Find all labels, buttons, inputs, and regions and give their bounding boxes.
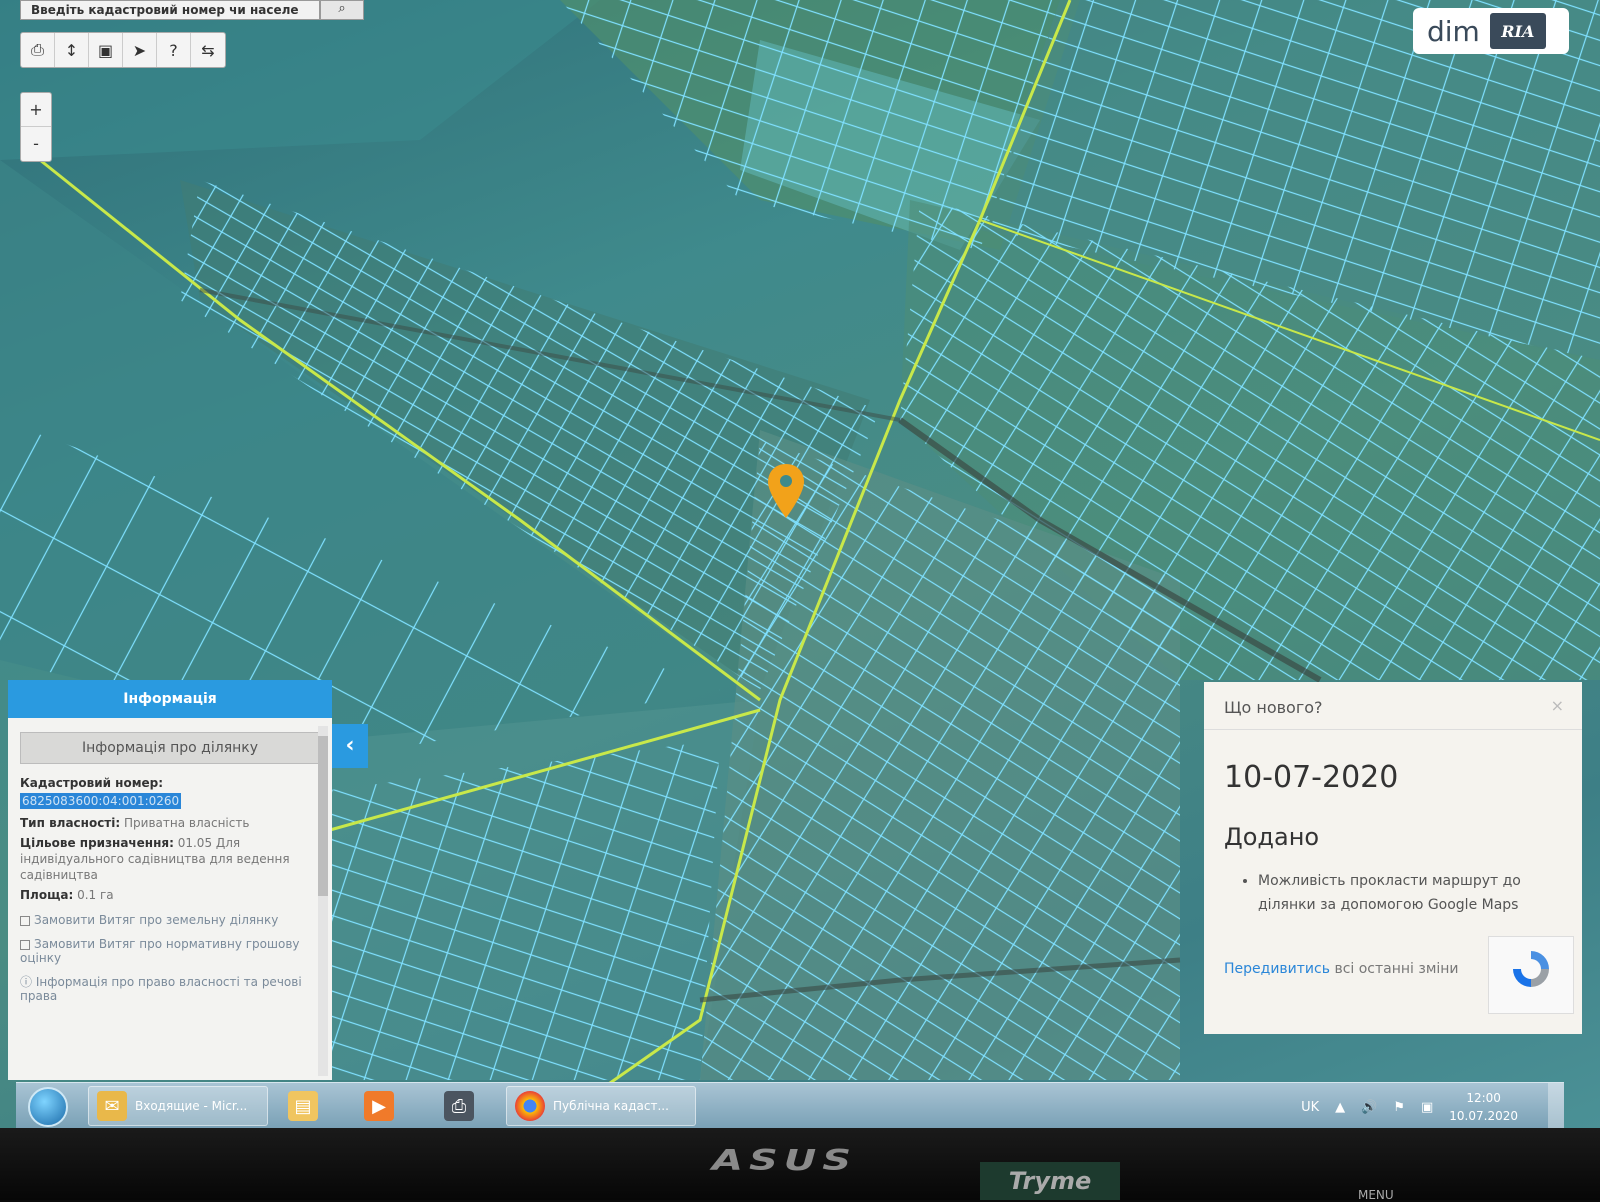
- order-valuation-link[interactable]: Замовити Витяг про нормативну грошову оц…: [20, 937, 320, 965]
- popup-divider: [1204, 729, 1582, 730]
- folder-icon: ▤: [288, 1091, 318, 1121]
- purpose-label: Цільове призначення:: [20, 836, 174, 850]
- news-item: Можливість прокласти маршрут до ділянки …: [1258, 869, 1562, 917]
- zoom-out-button[interactable]: -: [21, 127, 51, 161]
- cadastral-number-value[interactable]: 6825083600:04:001:0260: [20, 793, 182, 809]
- tab-parcel-info[interactable]: Інформація про ділянку: [20, 732, 320, 764]
- show-desktop-button[interactable]: [1548, 1083, 1564, 1128]
- start-button[interactable]: [28, 1087, 68, 1127]
- scanner-icon: ⎙: [444, 1091, 474, 1121]
- news-list: Можливість прокласти маршрут до ділянки …: [1258, 869, 1562, 917]
- action-center-flag-icon[interactable]: ⚑: [1393, 1100, 1405, 1115]
- taskbar-item-media[interactable]: ▶: [356, 1086, 410, 1126]
- news-date: 10-07-2020: [1224, 760, 1399, 795]
- view-all-text: всі останні зміни: [1334, 961, 1459, 977]
- ownership-label: Тип власності:: [20, 816, 121, 830]
- search-icon: ⌕: [338, 1, 346, 16]
- chrome-icon: [515, 1091, 545, 1121]
- area-label: Площа:: [20, 888, 74, 902]
- media-player-icon: ▶: [364, 1091, 394, 1121]
- order-extract-text: Замовити Витяг про земельну ділянку: [34, 913, 279, 927]
- document-icon: [20, 939, 30, 950]
- view-all-link[interactable]: Передивитись: [1224, 961, 1330, 977]
- dim-ria-logo: dim RIA: [1413, 8, 1569, 54]
- zoom-control: + -: [20, 92, 52, 162]
- document-icon: [20, 915, 30, 926]
- news-added-heading: Додано: [1224, 823, 1320, 851]
- scrollbar-thumb[interactable]: [318, 736, 328, 896]
- clock-date: 10.07.2020: [1449, 1109, 1518, 1123]
- recaptcha-badge[interactable]: [1488, 936, 1574, 1014]
- info-panel-body: Інформація про ділянку Кадастровий номер…: [8, 718, 332, 1080]
- logo-dim-text: dim: [1427, 14, 1480, 48]
- measure-area-icon[interactable]: ▣: [89, 33, 123, 67]
- taskbar-item-chrome[interactable]: Публічна кадаст...: [506, 1086, 696, 1126]
- ownership-value: Приватна власність: [124, 816, 250, 830]
- taskbar-item-scanner[interactable]: ⎙: [436, 1086, 490, 1126]
- info-cursor-icon[interactable]: ?: [157, 33, 191, 67]
- language-indicator[interactable]: UK: [1301, 1100, 1319, 1115]
- taskbar-item-label: Публічна кадаст...: [553, 1099, 669, 1113]
- volume-icon[interactable]: 🔊: [1361, 1100, 1377, 1115]
- info-panel-scrollbar[interactable]: [318, 726, 328, 1076]
- search-button[interactable]: ⌕: [320, 0, 364, 20]
- explorer-icon: ✉: [97, 1091, 127, 1121]
- zoom-in-button[interactable]: +: [21, 93, 51, 127]
- info-panel: Інформація Інформація про ділянку Кадаст…: [8, 680, 332, 1080]
- recaptcha-icon: [1513, 951, 1549, 987]
- ownership-rights-link[interactable]: ⓘ Інформація про право власності та речо…: [20, 975, 320, 1003]
- ownership-row: Тип власності: Приватна власність: [20, 815, 320, 831]
- info-panel-header: Інформація: [8, 680, 332, 718]
- order-valuation-text: Замовити Витяг про нормативну грошову оц…: [20, 937, 300, 965]
- map-toolbar: ⎙ ↕ ▣ ➤ ? ⇆: [20, 32, 226, 68]
- search-input[interactable]: Введіть кадастровий номер чи населе: [20, 0, 320, 20]
- info-icon: ⓘ: [20, 975, 36, 989]
- close-icon[interactable]: ×: [1551, 696, 1564, 715]
- screen: Введіть кадастровий номер чи населе ⌕ ⎙ …: [0, 0, 1600, 1128]
- ownership-rights-text: Інформація про право власності та речові…: [20, 975, 302, 1003]
- system-tray: UK ▲ 🔊 ⚑ ▣ 12:00 10.07.2020: [1301, 1089, 1518, 1125]
- clock-time: 12:00: [1466, 1091, 1501, 1105]
- chevron-left-icon: ‹: [345, 733, 355, 758]
- network-icon[interactable]: ▣: [1421, 1100, 1433, 1115]
- taskbar: ✉ Входящие - Micr... ▤ ▶ ⎙ Публічна када…: [16, 1082, 1564, 1128]
- taskbar-item-folder[interactable]: ▤: [280, 1086, 334, 1126]
- clock[interactable]: 12:00 10.07.2020: [1449, 1089, 1518, 1125]
- measure-length-icon[interactable]: ↕: [55, 33, 89, 67]
- pointer-icon[interactable]: ➤: [123, 33, 157, 67]
- order-extract-link[interactable]: Замовити Витяг про земельну ділянку: [20, 913, 320, 927]
- purpose-row: Цільове призначення: 01.05 Для індивідуа…: [20, 835, 320, 883]
- cadastral-number-label: Кадастровий номер:: [20, 776, 164, 790]
- taskbar-item-label: Входящие - Micr...: [135, 1099, 248, 1113]
- popup-title: Що нового?: [1224, 698, 1323, 717]
- area-row: Площа: 0.1 га: [20, 887, 320, 903]
- monitor-badge: Tryme: [980, 1162, 1120, 1200]
- route-icon[interactable]: ⇆: [191, 33, 225, 67]
- taskbar-item-mail[interactable]: ✉ Входящие - Micr...: [88, 1086, 268, 1126]
- location-pin-icon[interactable]: [766, 462, 806, 522]
- collapse-panel-button[interactable]: ‹: [332, 724, 368, 768]
- area-value: 0.1 га: [77, 888, 114, 902]
- whats-new-popup: Що нового? × 10-07-2020 Додано Можливіст…: [1204, 682, 1582, 1034]
- monitor-brand: ASUS: [712, 1144, 858, 1178]
- tray-expand-icon[interactable]: ▲: [1335, 1100, 1345, 1115]
- print-icon[interactable]: ⎙: [21, 33, 55, 67]
- logo-ria-text: RIA: [1489, 13, 1546, 49]
